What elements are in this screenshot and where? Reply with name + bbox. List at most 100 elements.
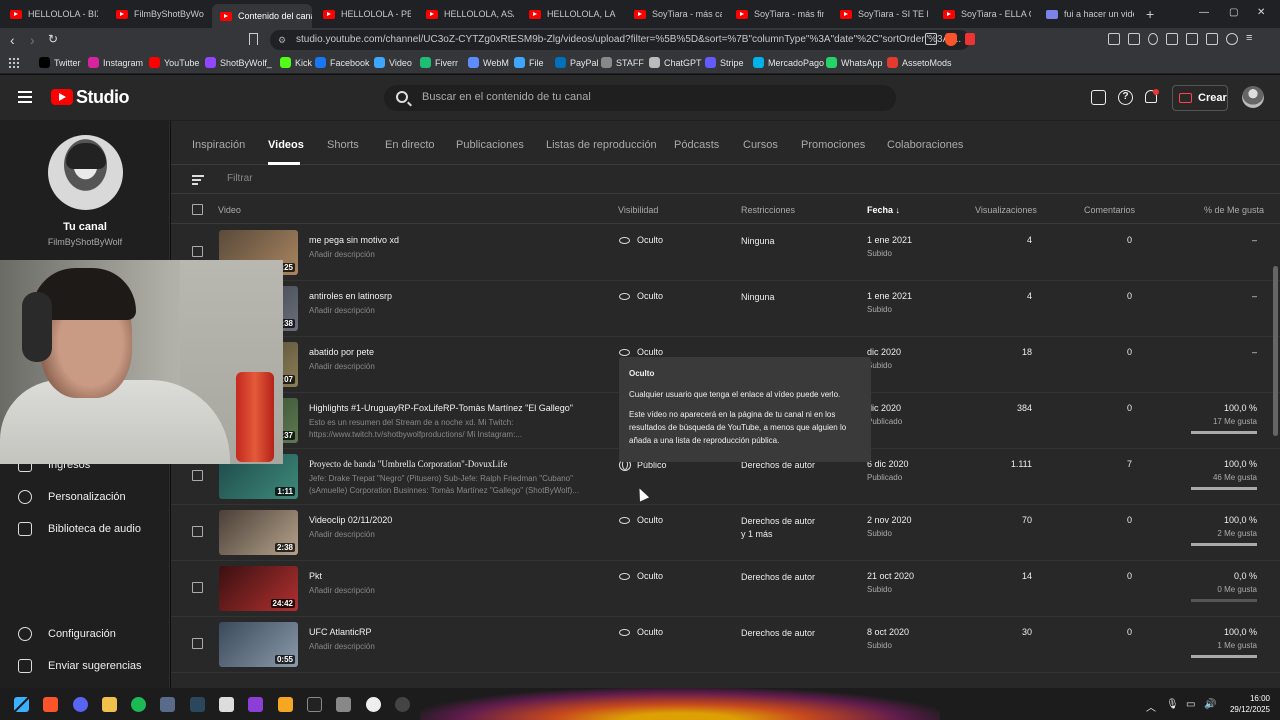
help-icon[interactable]: ? — [1118, 90, 1133, 105]
bookmark-facebook[interactable]: Facebook — [315, 57, 370, 68]
sidebar-item-configuracion[interactable]: Configuración — [18, 627, 116, 641]
browser-tab[interactable]: SoyTiara - ELLA QUI — [935, 4, 1031, 24]
video-thumbnail[interactable]: 2:38 — [219, 510, 298, 555]
url-field[interactable]: studio.youtube.com/channel/UC3oZ-CYTZg0x… — [270, 30, 970, 50]
header-date[interactable]: Fecha ↓ — [867, 205, 900, 215]
bookmark-whatsapp[interactable]: WhatsApp — [826, 57, 883, 68]
menu-icon[interactable]: ≡ — [1246, 33, 1252, 45]
video-title[interactable]: Highlights #1-UruguayRP-FoxLifeRP-Tomàs … — [309, 403, 573, 413]
hamburger-menu-icon[interactable] — [18, 91, 32, 103]
obs-taskbar-icon[interactable] — [395, 697, 410, 712]
video-description[interactable]: Añadir descripción — [309, 585, 599, 597]
wallet-icon[interactable] — [1186, 33, 1198, 45]
bookmark-chatgpt[interactable]: ChatGPT — [649, 57, 702, 68]
sidebar-item-biblioteca-audio[interactable]: Biblioteca de audio — [18, 522, 141, 536]
bookmark-kick[interactable]: Kick — [280, 57, 312, 68]
bookmark-file[interactable]: File — [514, 57, 544, 68]
microphone-icon[interactable]: 🎙 — [1166, 699, 1179, 710]
row-checkbox[interactable] — [192, 470, 203, 481]
visibility-cell[interactable]: Oculto — [619, 291, 663, 301]
row-checkbox[interactable] — [192, 526, 203, 537]
browser-tab[interactable]: SoyTiara - SI TE DIG — [832, 4, 928, 24]
row-checkbox[interactable] — [192, 246, 203, 257]
table-row[interactable]: 2:38 Videoclip 02/11/2020 Añadir descripci… — [171, 505, 1280, 561]
channel-avatar[interactable] — [48, 135, 123, 210]
visibility-cell[interactable]: Oculto — [619, 235, 663, 245]
share-icon[interactable] — [925, 33, 937, 45]
discord-taskbar-icon[interactable] — [73, 697, 88, 712]
row-checkbox[interactable] — [192, 638, 203, 649]
table-row[interactable]: 0:55 UFC AtlanticRP Añadir descripción Ocul… — [171, 617, 1280, 673]
studio-brand[interactable]: Studio — [76, 87, 130, 108]
video-title[interactable]: antiroles en latinosrp — [309, 291, 392, 301]
screenshot-icon[interactable] — [1128, 33, 1140, 45]
browser-tab[interactable]: HELLOLOLA, ASAN — [418, 4, 514, 24]
page-scrollbar[interactable] — [1273, 266, 1278, 436]
browser-tab[interactable]: HELLOLOLA - BIX AI — [2, 4, 98, 24]
video-title[interactable]: abatido por pete — [309, 347, 374, 357]
bookmark-youtube[interactable]: YouTube — [149, 57, 199, 68]
account-avatar[interactable] — [1242, 86, 1264, 108]
site-info-icon[interactable]: ⚙ — [278, 35, 286, 46]
tab-colaboraciones[interactable]: Colaboraciones — [887, 139, 963, 151]
tab-cursos[interactable]: Cursos — [743, 139, 778, 151]
taskbar-clock[interactable]: 16:00 29/12/2025 — [1228, 693, 1270, 715]
bookmark-mercadopago[interactable]: MercadoPago — [753, 57, 824, 68]
browser-tab[interactable]: FilmByShotByWolf — [108, 4, 204, 24]
video-description[interactable]: Añadir descripción — [309, 361, 599, 373]
create-button[interactable]: Crear — [1172, 85, 1228, 111]
video-title[interactable]: Videoclip 02/11/2020 — [309, 515, 392, 525]
browser-tab[interactable]: HELLOLOLA, LA CH — [521, 4, 617, 24]
video-thumbnail[interactable]: 0:55 — [219, 622, 298, 667]
app-taskbar-icon[interactable] — [219, 697, 234, 712]
tab-promociones[interactable]: Promociones — [801, 139, 865, 151]
sidebar-item-sugerencias[interactable]: Enviar sugerencias — [18, 659, 142, 673]
brave-shield-icon[interactable] — [945, 33, 957, 46]
video-description[interactable]: Añadir descripción — [309, 641, 599, 653]
back-icon[interactable]: ‹ — [10, 32, 15, 48]
filter-icon[interactable] — [192, 175, 204, 185]
chatgpt-taskbar-icon[interactable] — [366, 697, 381, 712]
video-description[interactable]: Añadir descripción — [309, 249, 599, 261]
browser-tab[interactable]: SoyTiara - más cara — [626, 4, 722, 24]
video-title[interactable]: Proyecto de banda "Umbrella Corporation"… — [309, 459, 507, 469]
messages-icon[interactable] — [1091, 90, 1106, 105]
bookmark-paypal[interactable]: PayPal — [555, 57, 599, 68]
tab-listas-de-reproducci-n[interactable]: Listas de reproducción — [546, 139, 657, 151]
bookmark-stripe[interactable]: Stripe — [705, 57, 744, 68]
steam-taskbar-icon[interactable] — [190, 697, 205, 712]
app-taskbar-icon[interactable] — [248, 697, 263, 712]
video-description[interactable]: Esto es un resumen del Stream de a noche… — [309, 417, 599, 441]
video-description[interactable]: Jefe: Drake Trepat "Negro" (Pitusero) Su… — [309, 473, 599, 497]
search-input[interactable]: Buscar en el contenido de tu canal — [422, 91, 591, 103]
bookmark-webm[interactable]: WebM — [468, 57, 509, 68]
volume-icon[interactable]: 🔊 — [1204, 699, 1216, 710]
brave-taskbar-icon[interactable] — [43, 697, 58, 712]
close-window-icon[interactable]: ✕ — [1257, 7, 1265, 18]
tab-inspiraci-n[interactable]: Inspiración — [192, 139, 245, 151]
tab-videos[interactable]: Videos — [268, 139, 304, 151]
row-checkbox[interactable] — [192, 582, 203, 593]
browser-tab[interactable]: fui a hacer un video — [1038, 4, 1134, 24]
bookmark-fiverr[interactable]: Fiverr — [420, 57, 458, 68]
visibility-cell[interactable]: Oculto — [619, 627, 663, 637]
vpn-icon[interactable] — [1206, 33, 1218, 45]
video-title[interactable]: Pkt — [309, 571, 322, 581]
bookmark-instagram[interactable]: Instagram — [88, 57, 143, 68]
maximize-icon[interactable]: ▢ — [1229, 7, 1238, 18]
visibility-cell[interactable]: Oculto — [619, 347, 663, 357]
youtube-logo-icon[interactable] — [51, 89, 73, 105]
app-taskbar-icon[interactable] — [278, 697, 293, 712]
spotify-taskbar-icon[interactable] — [131, 697, 146, 712]
app-taskbar-icon[interactable] — [307, 697, 322, 712]
windows-start-icon[interactable] — [14, 697, 29, 712]
forward-icon[interactable]: › — [30, 32, 35, 48]
filter-input[interactable]: Filtrar — [227, 173, 253, 184]
bookmark-twitter[interactable]: Twitter — [39, 57, 81, 68]
video-description[interactable]: Añadir descripción — [309, 529, 599, 541]
bookmark-assetomods[interactable]: AssetoMods — [887, 57, 952, 68]
apps-grid-icon[interactable] — [8, 57, 19, 68]
table-row[interactable]: 24:42 Pkt Añadir descripción Oculto Derechos… — [171, 561, 1280, 617]
network-icon[interactable]: ▭ — [1186, 699, 1195, 710]
brave-rewards-icon[interactable] — [965, 33, 975, 45]
